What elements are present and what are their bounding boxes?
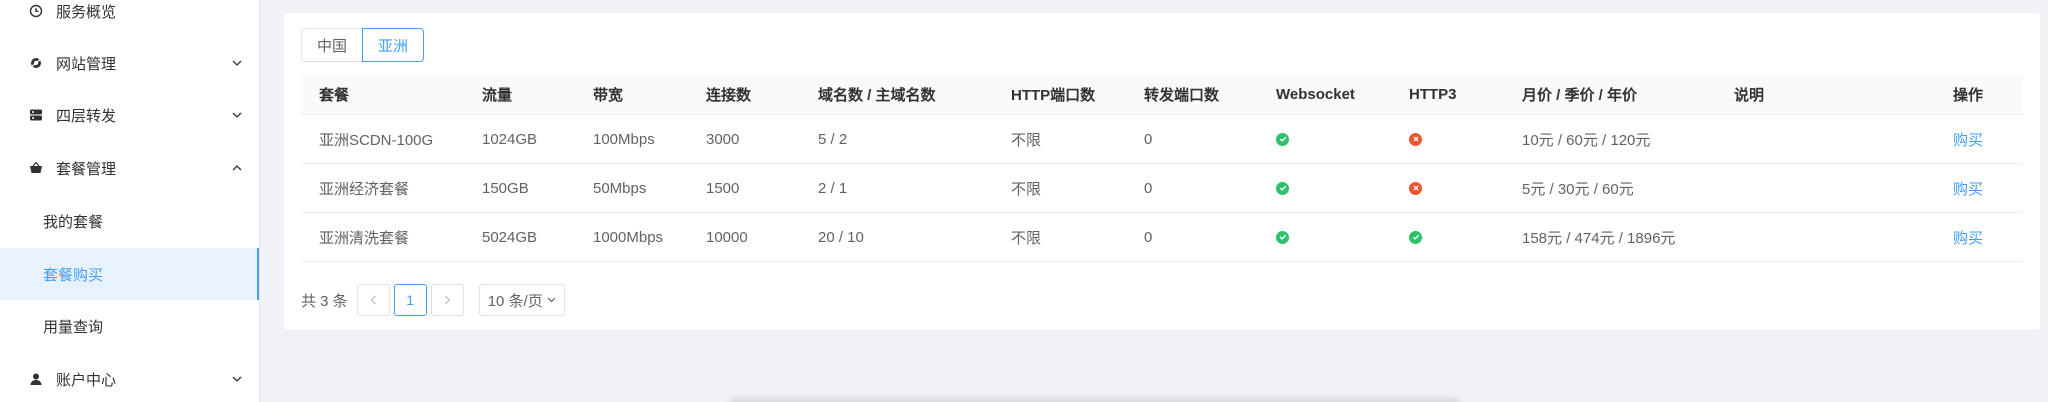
buy-link[interactable]: 购买: [1953, 213, 1983, 261]
websocket-status: [1276, 164, 1289, 212]
sidebar-subitem-label: 用量查询: [43, 318, 104, 336]
sidebar-item-overview[interactable]: 服务概览: [0, 0, 259, 37]
chevron-down-icon: [231, 373, 243, 385]
check-icon: [1276, 230, 1289, 244]
sidebar-item-label: 服务概览: [56, 3, 117, 21]
bottom-shadow: [730, 398, 1460, 402]
price-value: 10元 / 60元 / 120元: [1522, 131, 1651, 149]
package-table: 套餐 流量 带宽 连接数 域名数 / 主域名数 HTTP端口数 转发端口数 We…: [301, 75, 2023, 262]
buy-link[interactable]: 购买: [1953, 164, 1983, 212]
page-size-label: 10 条/页: [487, 292, 543, 310]
bandwidth-value: 50Mbps: [593, 179, 647, 197]
next-page-button[interactable]: [430, 284, 464, 316]
col-header-connections: 连接数: [706, 87, 752, 104]
http-ports-value: 不限: [1011, 131, 1042, 149]
connections-value: 3000: [706, 130, 740, 148]
package-name: 亚洲清洗套餐: [319, 229, 410, 247]
tab-china[interactable]: 中国: [301, 28, 364, 62]
table-header: 套餐 流量 带宽 连接数 域名数 / 主域名数 HTTP端口数 转发端口数 We…: [301, 75, 2023, 115]
package-name: 亚洲经济套餐: [319, 180, 410, 198]
total-count: 共 3 条: [301, 292, 348, 310]
sidebar-subitem-usage[interactable]: 用量查询: [0, 300, 259, 352]
tab-asia[interactable]: 亚洲: [362, 28, 425, 62]
sidebar-item-label: 网站管理: [56, 55, 117, 73]
connections-value: 10000: [706, 228, 748, 246]
sidebar-item-packages[interactable]: 套餐管理: [0, 142, 259, 194]
chevron-down-icon: [231, 109, 243, 121]
check-icon: [1276, 181, 1289, 195]
package-purchase-card: 中国 亚洲 套餐 流量 带宽 连接数 域名数 / 主域名数 HTTP端口数 转发…: [283, 12, 2041, 331]
bandwidth-value: 1000Mbps: [593, 228, 664, 246]
sidebar: 服务概览 网站管理 四层转发 套餐管理 我的套餐 套餐购买 用量查询 账户中心: [0, 0, 260, 402]
buy-link[interactable]: 购买: [1953, 115, 1983, 163]
package-name: 亚洲SCDN-100G: [319, 131, 434, 149]
domains-value: 5 / 2: [818, 130, 848, 148]
sidebar-item-label: 账户中心: [56, 371, 117, 389]
forward-ports-value: 0: [1144, 130, 1153, 148]
page-number-button[interactable]: 1: [393, 284, 427, 316]
col-header-price: 月价 / 季价 / 年价: [1522, 87, 1638, 104]
sidebar-item-website[interactable]: 网站管理: [0, 37, 259, 89]
connections-value: 1500: [706, 179, 740, 197]
domains-value: 20 / 10: [818, 228, 864, 246]
sidebar-subitem-my-packages[interactable]: 我的套餐: [0, 195, 259, 247]
bandwidth-value: 100Mbps: [593, 130, 655, 148]
pagination: 共 3 条 1 10 条/页: [301, 284, 565, 316]
sidebar-item-account[interactable]: 账户中心: [0, 353, 259, 402]
traffic-value: 5024GB: [482, 228, 538, 246]
close-icon: [1409, 181, 1422, 195]
globe-icon: [28, 55, 44, 71]
col-header-bandwidth: 带宽: [593, 87, 624, 104]
forward-ports-value: 0: [1144, 179, 1153, 197]
http3-status: [1409, 164, 1422, 212]
http3-status: [1409, 115, 1422, 163]
user-icon: [28, 371, 44, 387]
chevron-up-icon: [231, 162, 243, 174]
col-header-domains: 域名数 / 主域名数: [818, 87, 936, 104]
col-header-http3: HTTP3: [1409, 86, 1457, 103]
traffic-value: 150GB: [482, 179, 529, 197]
page-size-select[interactable]: 10 条/页: [478, 284, 565, 316]
close-icon: [1409, 132, 1422, 146]
price-value: 158元 / 474元 / 1896元: [1522, 229, 1676, 247]
col-header-forward-ports: 转发端口数: [1144, 87, 1220, 104]
price-value: 5元 / 30元 / 60元: [1522, 180, 1634, 198]
basket-icon: [28, 160, 44, 176]
chevron-down-icon: [231, 57, 243, 69]
clock-icon: [28, 3, 44, 19]
table-row: 亚洲SCDN-100G 1024GB 100Mbps 3000 5 / 2 不限…: [301, 115, 2023, 164]
websocket-status: [1276, 115, 1289, 163]
col-header-traffic: 流量: [482, 87, 513, 104]
http3-status: [1409, 213, 1422, 261]
prev-page-button[interactable]: [356, 284, 390, 316]
check-icon: [1276, 132, 1289, 146]
server-icon: [28, 107, 44, 123]
sidebar-item-label: 套餐管理: [56, 160, 117, 178]
chevron-left-icon: [370, 295, 376, 305]
col-header-description: 说明: [1734, 87, 1765, 104]
region-tabs: 中国 亚洲: [301, 28, 425, 62]
http-ports-value: 不限: [1011, 229, 1042, 247]
col-header-action: 操作: [1953, 87, 1984, 104]
chevron-right-icon: [444, 295, 451, 305]
col-header-websocket: Websocket: [1276, 86, 1355, 103]
table-row: 亚洲经济套餐 150GB 50Mbps 1500 2 / 1 不限 0 5元 /…: [301, 164, 2023, 213]
domains-value: 2 / 1: [818, 179, 848, 197]
websocket-status: [1276, 213, 1289, 261]
sidebar-item-label: 四层转发: [56, 107, 117, 125]
sidebar-subitem-label: 我的套餐: [43, 213, 104, 231]
traffic-value: 1024GB: [482, 130, 538, 148]
check-icon: [1409, 230, 1422, 244]
chevron-down-icon: [547, 297, 556, 303]
col-header-package: 套餐: [319, 87, 350, 104]
forward-ports-value: 0: [1144, 228, 1153, 246]
table-row: 亚洲清洗套餐 5024GB 1000Mbps 10000 20 / 10 不限 …: [301, 213, 2023, 262]
col-header-http-ports: HTTP端口数: [1011, 87, 1096, 104]
sidebar-subitem-buy-packages[interactable]: 套餐购买: [0, 248, 259, 300]
http-ports-value: 不限: [1011, 180, 1042, 198]
sidebar-item-l4-forward[interactable]: 四层转发: [0, 89, 259, 141]
sidebar-subitem-label: 套餐购买: [43, 266, 104, 284]
